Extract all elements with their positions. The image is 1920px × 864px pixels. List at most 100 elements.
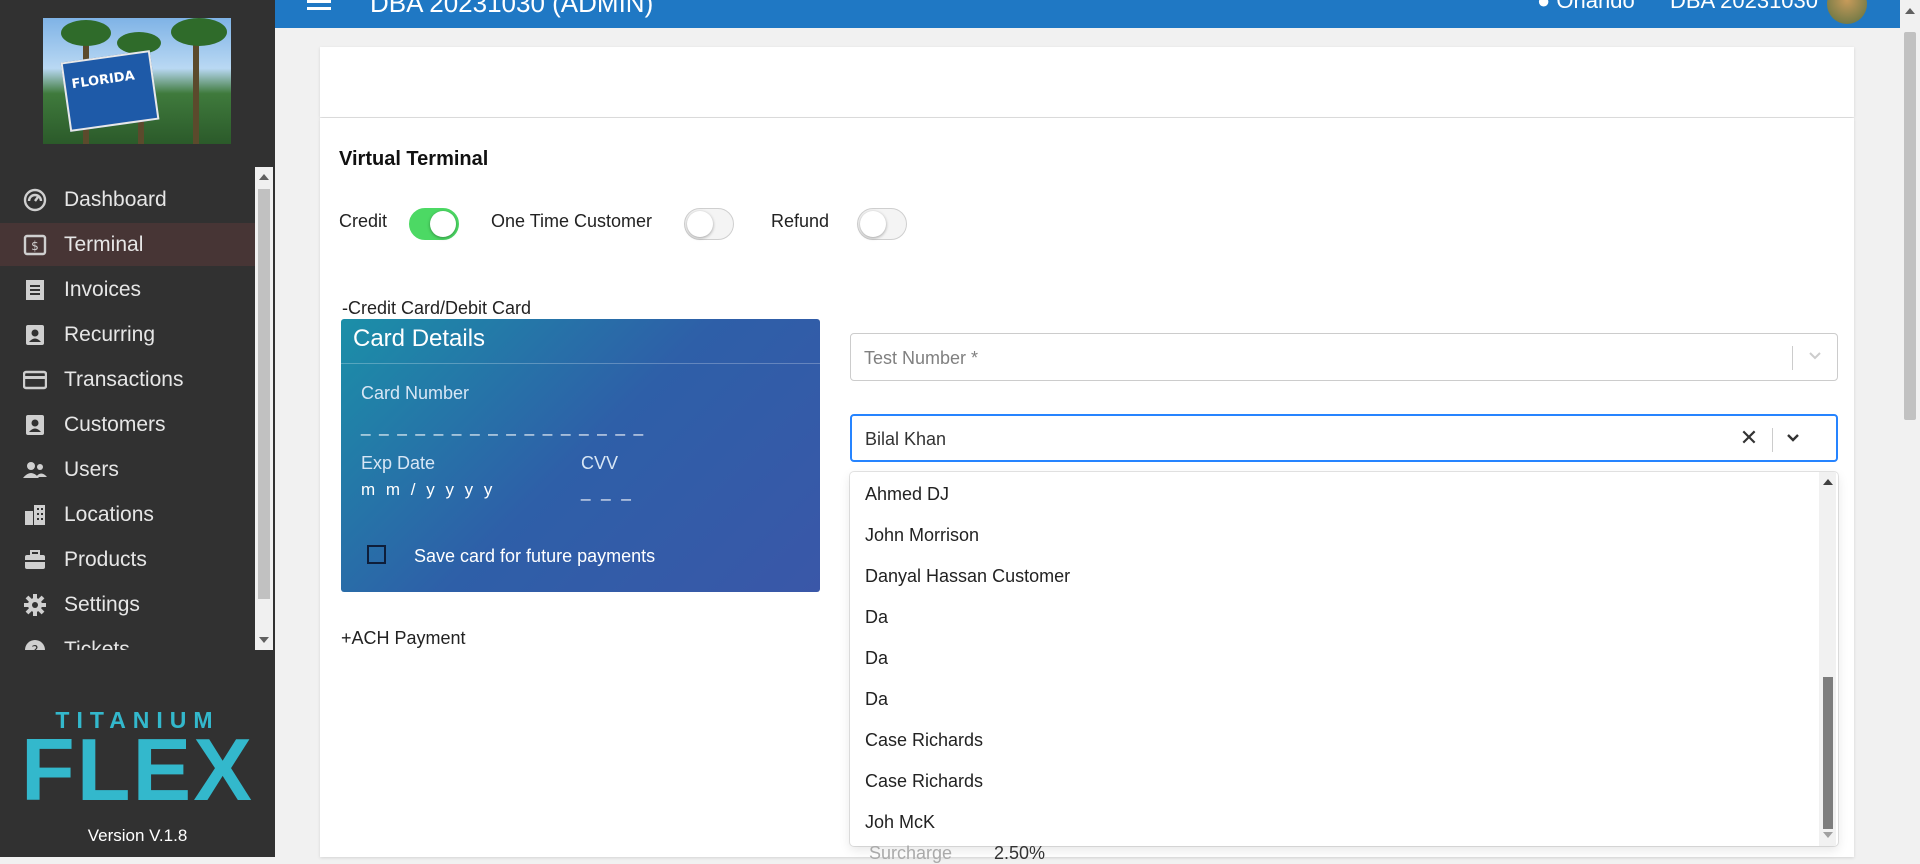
brand-logo: FLEX: [21, 720, 254, 819]
invoice-icon: [22, 277, 48, 303]
sidebar-nav: Dashboard $ Terminal Invoices Recurring …: [0, 167, 255, 650]
briefcase-icon: [22, 547, 48, 573]
refund-toggle[interactable]: [857, 208, 907, 240]
save-card-label[interactable]: Save card for future payments: [414, 546, 655, 567]
sidebar-item-tickets[interactable]: ? Tickets: [0, 628, 255, 650]
sidebar-item-label: Recurring: [64, 322, 156, 346]
cvv-input[interactable]: _ _ _: [581, 482, 634, 502]
scroll-down-arrow-icon[interactable]: [1823, 832, 1833, 838]
scroll-down-arrow-icon[interactable]: [259, 637, 269, 643]
scroll-up-arrow-icon[interactable]: [1823, 479, 1833, 485]
dropdown-scrollbar[interactable]: [1819, 472, 1836, 846]
sidebar-item-users[interactable]: Users: [0, 448, 255, 491]
credit-toggle-label: Credit: [339, 211, 388, 231]
cvv-label: CVV: [581, 453, 619, 473]
location-selector[interactable]: ● Orlando: [1537, 0, 1635, 14]
chevron-down-icon[interactable]: [1808, 349, 1822, 363]
sidebar-item-settings[interactable]: Settings: [0, 583, 255, 626]
sidebar-item-label: Dashboard: [64, 187, 167, 211]
customer-option[interactable]: Da: [865, 607, 888, 628]
top-bar: DBA 20231030 (ADMIN) ● Orlando DBA 20231…: [275, 0, 1900, 28]
exp-date-input[interactable]: m m / y y y y: [361, 480, 495, 500]
dashboard-icon: [22, 187, 48, 213]
card-divider: [341, 363, 820, 364]
toggle-knob: [430, 211, 456, 237]
one-time-customer-toggle-label: One Time Customer: [491, 211, 653, 231]
terminal-icon: $: [22, 232, 48, 258]
sidebar-item-dashboard[interactable]: Dashboard: [0, 178, 255, 221]
sidebar-scroll-thumb[interactable]: [258, 189, 270, 599]
sidebar-item-label: Products: [64, 547, 147, 571]
sidebar-item-terminal[interactable]: $ Terminal: [0, 223, 255, 266]
sidebar-item-customers[interactable]: Customers: [0, 403, 255, 446]
customer-dropdown-menu: Ahmed DJ John Morrison Danyal Hassan Cus…: [850, 472, 1838, 846]
sidebar-scrollbar[interactable]: [255, 167, 273, 650]
sidebar-item-transactions[interactable]: Transactions: [0, 358, 255, 401]
sidebar-item-locations[interactable]: Locations: [0, 493, 255, 536]
sidebar-item-products[interactable]: Products: [0, 538, 255, 581]
customer-option[interactable]: Joh McK: [865, 812, 935, 833]
credit-toggle[interactable]: [409, 208, 459, 240]
map-pin-icon: ●: [1537, 0, 1551, 13]
toggle-knob: [687, 211, 713, 237]
customer-select[interactable]: Bilal Khan ✕: [850, 414, 1838, 462]
svg-text:?: ?: [32, 644, 39, 651]
logo-image: FLORIDA: [43, 18, 231, 144]
sidebar-item-label: Transactions: [64, 367, 184, 391]
building-icon: [22, 502, 48, 528]
test-number-select[interactable]: Test Number *: [850, 333, 1838, 381]
customer-option[interactable]: Ahmed DJ: [865, 484, 949, 505]
page-scroll-up-icon[interactable]: [1905, 8, 1915, 14]
customer-option[interactable]: Case Richards: [865, 771, 983, 792]
test-number-placeholder: Test Number *: [864, 348, 979, 368]
account-name[interactable]: DBA 20231030: [1670, 0, 1818, 14]
card-number-label: Card Number: [361, 383, 470, 403]
dropdown-scroll-thumb[interactable]: [1823, 677, 1833, 829]
page-scrollbar[interactable]: [1900, 0, 1920, 857]
customer-option[interactable]: John Morrison: [865, 525, 979, 546]
ach-payment-toggle[interactable]: +ACH Payment: [341, 628, 466, 649]
hamburger-menu-icon[interactable]: [307, 0, 331, 14]
select-separator: [1772, 428, 1773, 452]
clear-icon[interactable]: ✕: [1737, 425, 1761, 450]
location-label: Orlando: [1556, 0, 1635, 13]
page-title: DBA 20231030 (ADMIN): [370, 0, 654, 18]
card-details-panel: Card Details Card Number _ _ _ _ _ _ _ _…: [341, 319, 820, 592]
avatar[interactable]: [1827, 0, 1867, 24]
sidebar-item-label: Customers: [64, 412, 166, 436]
customer-select-input[interactable]: Bilal Khan: [865, 429, 946, 450]
header-card: [320, 47, 1854, 117]
save-card-checkbox[interactable]: [367, 545, 386, 564]
credit-card-icon: [22, 367, 48, 393]
svg-text:$: $: [31, 239, 39, 253]
sidebar-item-recurring[interactable]: Recurring: [0, 313, 255, 356]
customer-option[interactable]: Da: [865, 648, 888, 669]
customer-option[interactable]: Danyal Hassan Customer: [865, 566, 1070, 587]
toggle-knob: [860, 211, 886, 237]
sidebar-item-label: Users: [64, 457, 119, 481]
sidebar-item-label: Invoices: [64, 277, 142, 301]
sidebar-item-label: Locations: [64, 502, 154, 526]
card-details-title: Card Details: [353, 325, 486, 352]
customer-option[interactable]: Da: [865, 689, 888, 710]
surcharge-value: 2.50%: [994, 843, 1046, 863]
florida-sign: FLORIDA: [60, 50, 160, 132]
gear-icon: [22, 592, 48, 618]
surcharge-label: Surcharge: [869, 843, 953, 863]
sidebar-item-invoices[interactable]: Invoices: [0, 268, 255, 311]
one-time-customer-toggle[interactable]: [684, 208, 734, 240]
logo-sign-text: FLORIDA: [70, 68, 136, 93]
sidebar-item-label: Terminal: [64, 232, 144, 256]
customer-option[interactable]: Case Richards: [865, 730, 983, 751]
refund-toggle-label: Refund: [771, 211, 830, 231]
sidebar-item-label: Settings: [64, 592, 140, 616]
recurring-icon: [22, 322, 48, 348]
card-number-input[interactable]: _ _ _ _ _ _ _ _ _ _ _ _ _ _ _ _: [361, 417, 645, 437]
page-scroll-thumb[interactable]: [1904, 32, 1916, 420]
chevron-down-icon[interactable]: [1786, 431, 1800, 445]
ticket-icon: ?: [22, 637, 48, 651]
customer-icon: [22, 412, 48, 438]
card-section-toggle[interactable]: -Credit Card/Debit Card: [342, 298, 531, 319]
users-icon: [22, 457, 48, 483]
scroll-up-arrow-icon[interactable]: [259, 174, 269, 180]
